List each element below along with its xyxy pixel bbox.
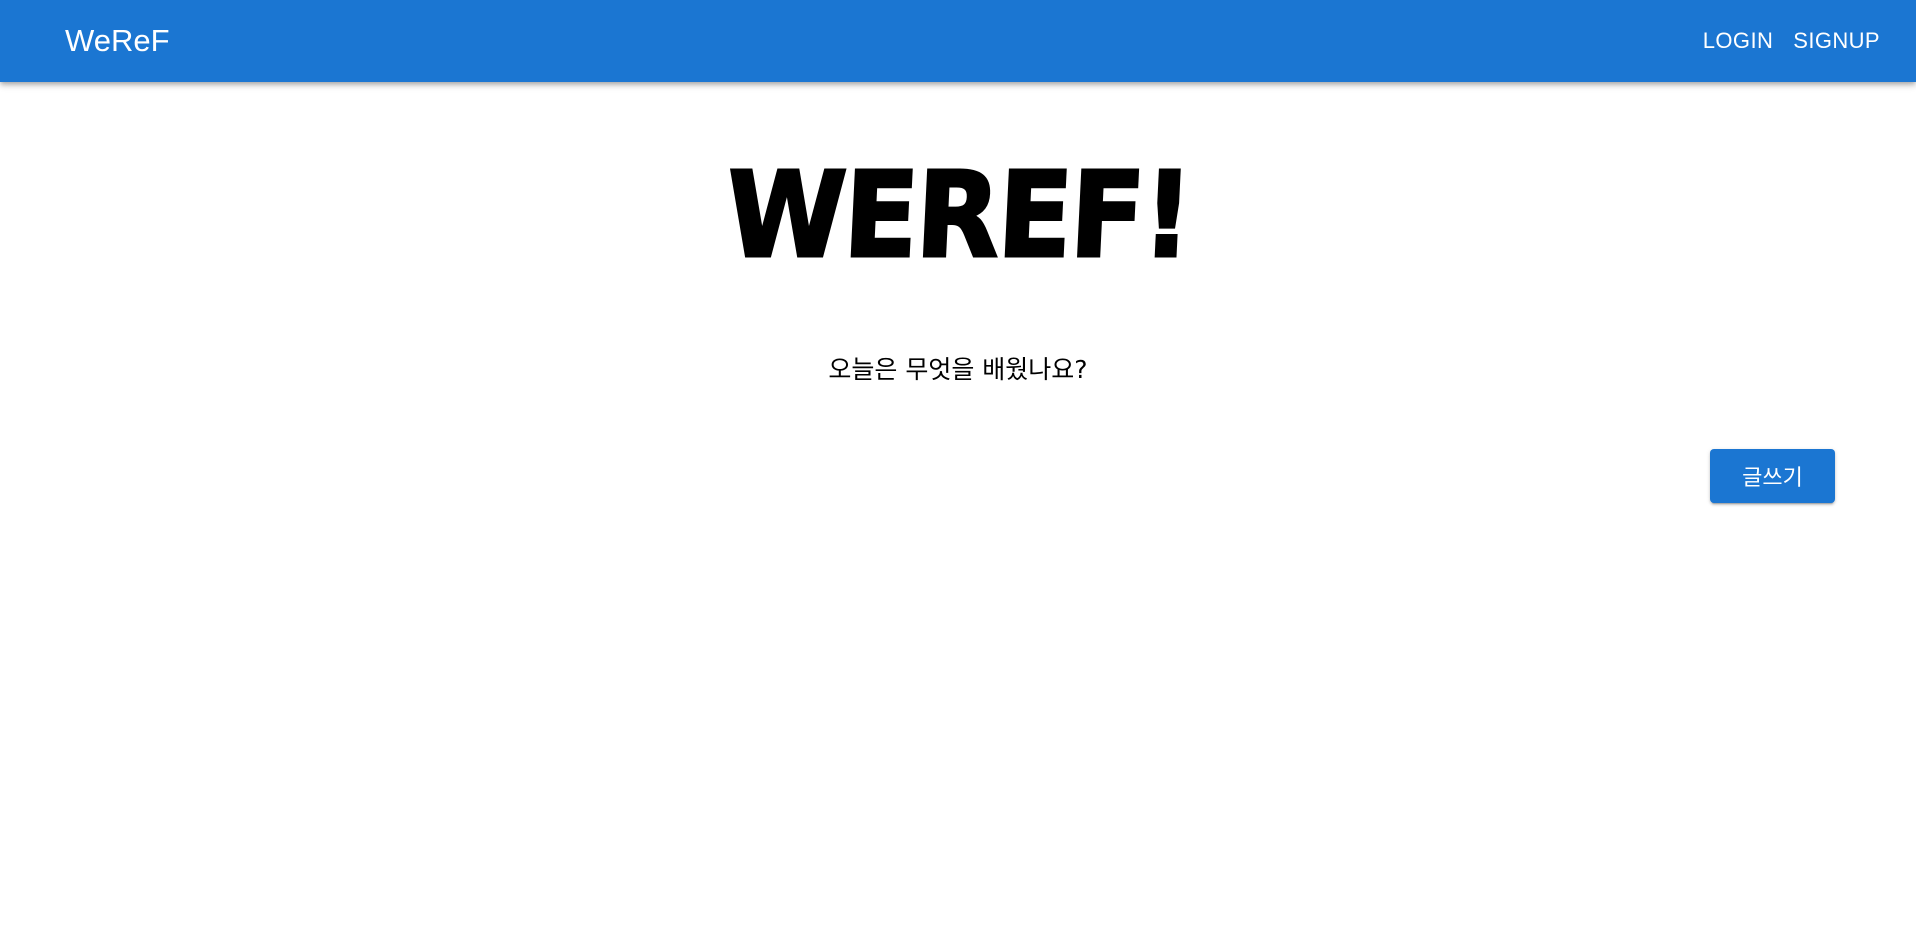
write-post-button[interactable]: 글쓰기 [1710,449,1835,503]
hero-subtitle: 오늘은 무엇을 배웠나요? [828,355,1088,384]
hero-section: WEREF! [0,145,1916,286]
brand-logo-link[interactable]: WeReF [65,0,170,82]
top-nav: LOGIN SIGNUP [1703,0,1880,82]
app-bar: WeReF LOGIN SIGNUP [0,0,1916,82]
signup-link[interactable]: SIGNUP [1793,28,1880,54]
hero-title: WEREF! [721,145,1195,286]
login-link[interactable]: LOGIN [1703,28,1773,54]
